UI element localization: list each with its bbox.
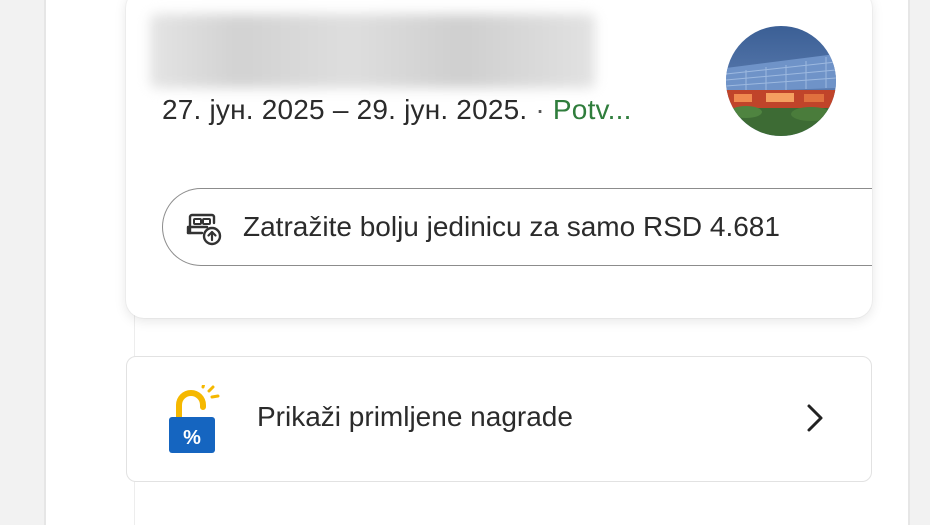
upgrade-room-button[interactable]: Zatražite bolju jedinicu za samo RSD 4.6… <box>162 188 872 266</box>
bed-upgrade-icon <box>185 209 223 247</box>
unlocked-discount-icon: % <box>167 381 223 455</box>
booking-status: Potv... <box>552 94 632 125</box>
booking-dates-row: 27. јун. 2025 – 29. јун. 2025. · Potv... <box>162 94 632 126</box>
chevron-right-icon <box>803 401 827 435</box>
hotel-photo[interactable] <box>726 26 836 136</box>
svg-text:%: % <box>183 427 201 449</box>
hotel-name-blurred <box>150 14 595 88</box>
show-rewards-label: Prikaži primljene nagrade <box>257 401 573 432</box>
hotel-photo-image <box>726 26 836 136</box>
upgrade-room-label: Zatražite bolju jedinicu za samo RSD 4.6… <box>243 211 780 242</box>
dates-separator: · <box>535 94 545 125</box>
show-rewards-row[interactable]: % Prikaži primljene nagrade <box>126 356 872 482</box>
booking-dates: 27. јун. 2025 – 29. јун. 2025. <box>162 94 528 125</box>
